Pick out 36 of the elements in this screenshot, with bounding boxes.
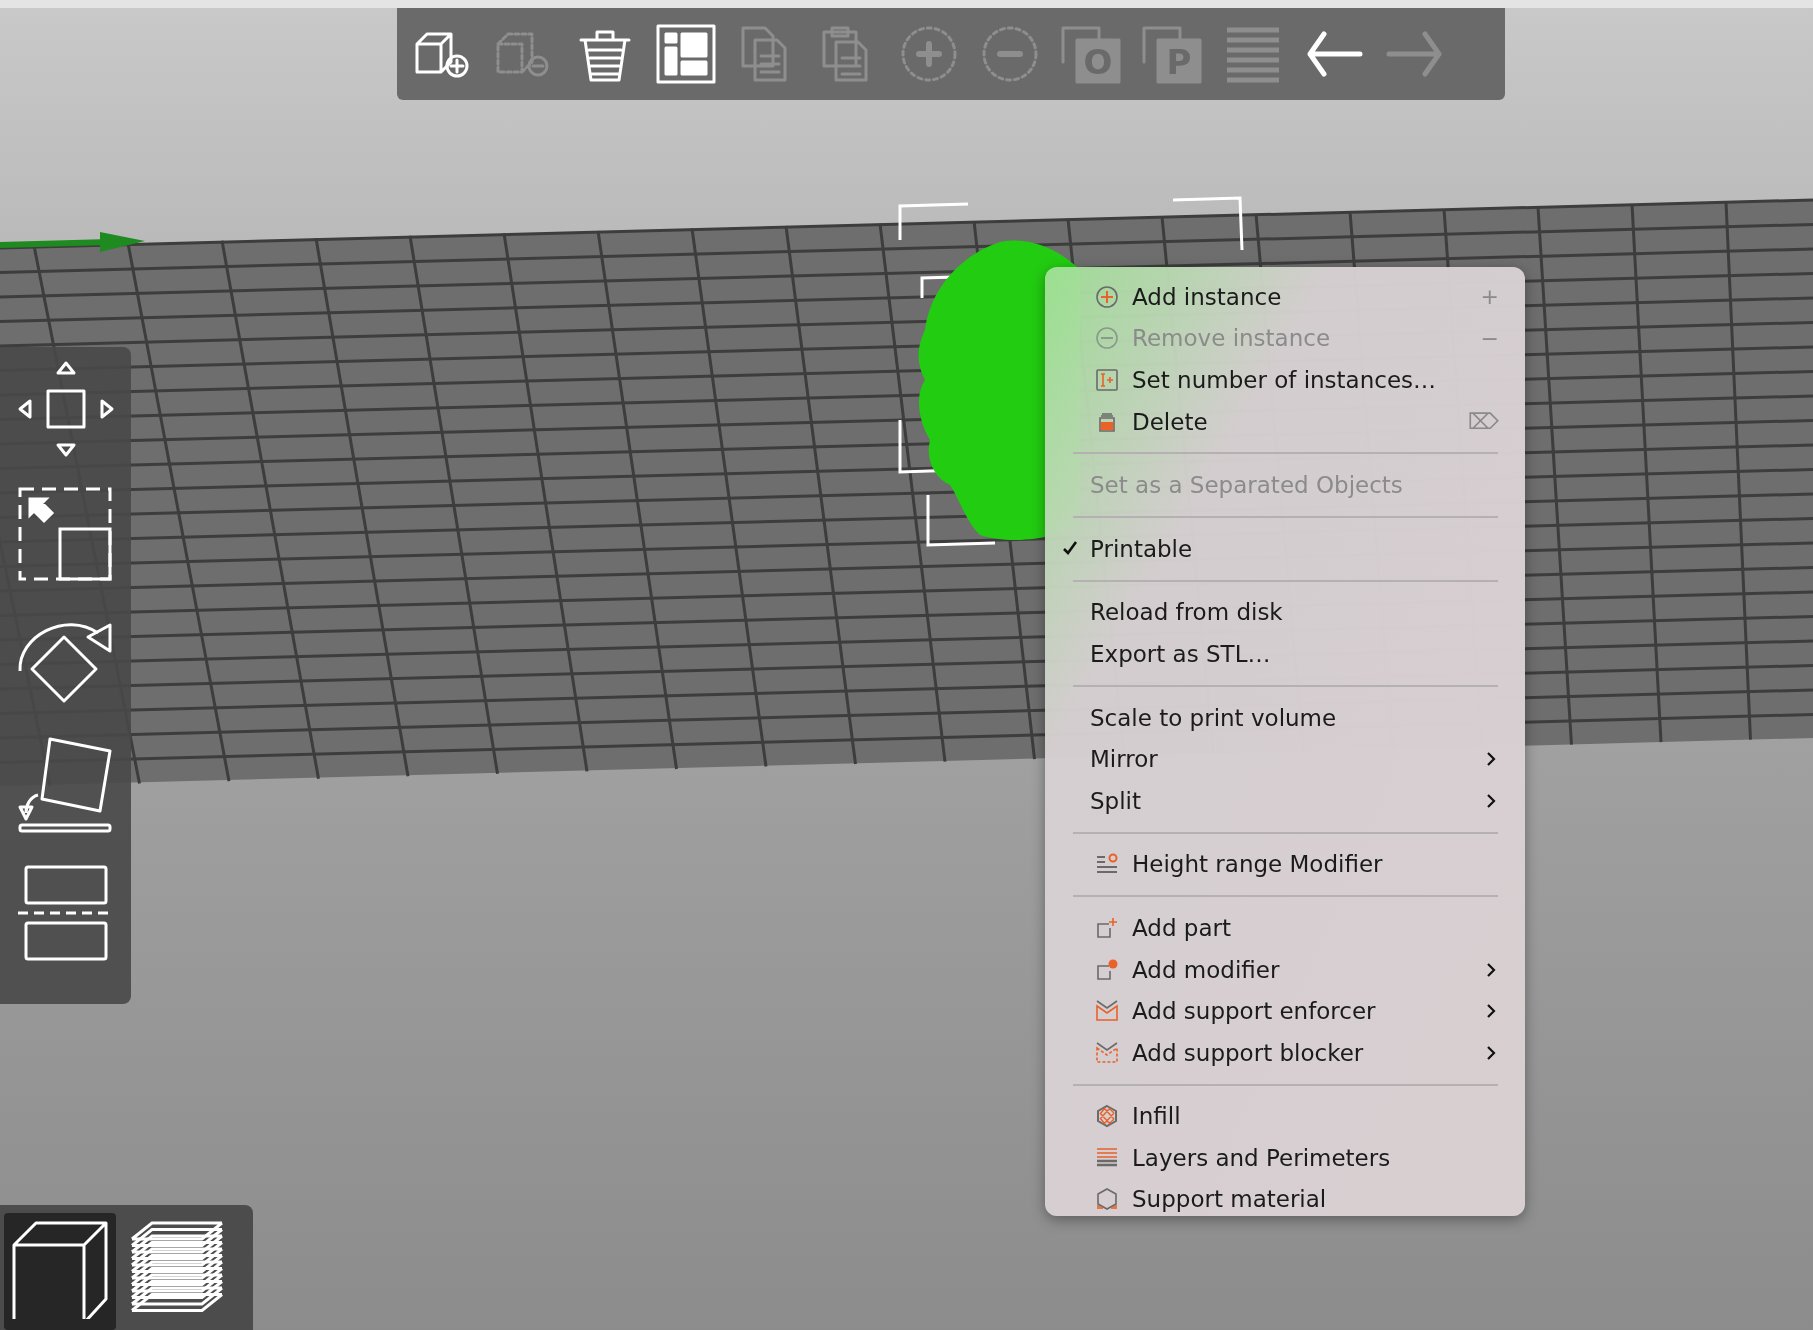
submenu-chevron-icon xyxy=(1485,1003,1497,1020)
menu-item[interactable]: Add support enforcer xyxy=(1045,990,1525,1032)
menu-item[interactable]: Scale to print volume xyxy=(1045,696,1525,739)
instances-icon xyxy=(1095,368,1119,392)
submenu-chevron-icon xyxy=(1485,792,1497,809)
menu-item[interactable]: Export as STL… xyxy=(1045,633,1525,675)
menu-item[interactable]: Mirror xyxy=(1045,738,1525,780)
support-enforcer-icon xyxy=(1095,999,1119,1024)
shortcut-label: − xyxy=(1480,325,1499,351)
menu-item[interactable]: Support material xyxy=(1045,1178,1525,1221)
support-blocker-icon xyxy=(1095,1040,1119,1065)
menu-item[interactable]: Delete ⌦ xyxy=(1045,400,1525,443)
menu-item[interactable]: Set number of instances… xyxy=(1045,359,1525,401)
menu-item[interactable]: Height range Modifier xyxy=(1045,843,1525,886)
menu-item[interactable]: Printable xyxy=(1045,527,1525,570)
menu-item[interactable]: Infill xyxy=(1045,1095,1525,1138)
menu-item[interactable]: Reload from disk xyxy=(1045,591,1525,634)
menu-item[interactable]: Add support blocker xyxy=(1045,1031,1525,1074)
menu-item[interactable]: Add modifier xyxy=(1045,948,1525,991)
remove-circle-icon xyxy=(1095,326,1119,351)
submenu-chevron-icon xyxy=(1485,1044,1497,1061)
add-part-icon xyxy=(1095,915,1119,940)
submenu-chevron-icon xyxy=(1485,961,1497,978)
menu-item[interactable]: Add part xyxy=(1045,907,1525,949)
3d-viewport[interactable] xyxy=(0,0,1813,1330)
3d-view-icon[interactable] xyxy=(4,1213,116,1330)
menu-item[interactable]: Split xyxy=(1045,779,1525,822)
menu-item[interactable]: Add instance + xyxy=(1045,276,1525,318)
shortcut-label: + xyxy=(1480,284,1499,310)
submenu-chevron-icon xyxy=(1485,751,1497,768)
shortcut-label: ⌦ xyxy=(1467,409,1499,435)
add-modifier-icon xyxy=(1095,957,1119,982)
add-circle-icon xyxy=(1095,284,1119,309)
menu-item[interactable]: Layers and Perimeters xyxy=(1045,1137,1525,1179)
infill-icon xyxy=(1095,1104,1119,1129)
support-material-icon xyxy=(1095,1187,1119,1212)
